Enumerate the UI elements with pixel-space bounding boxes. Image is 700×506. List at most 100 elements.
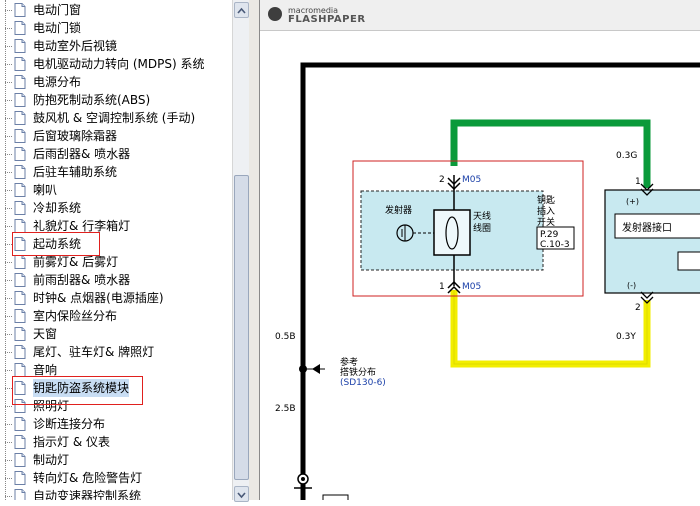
svg-text:0.5B: 0.5B [275, 332, 296, 342]
tree-item-label: 室内保险丝分布 [33, 309, 118, 323]
wiring-diagram: 发射器 天线 线圈 钥匙 插入 开关 P.29 C.10-3 2 M05 1 M… [275, 62, 700, 500]
tree-item[interactable]: 自动变速器控制系统 [5, 487, 142, 500]
document-icon [14, 255, 26, 269]
document-icon [14, 75, 26, 89]
document-icon [14, 363, 26, 377]
coil-label-1: 天线 [473, 210, 491, 222]
coil-label-2: 线圈 [473, 222, 491, 234]
tree-item[interactable]: 诊断连接分布 [5, 415, 106, 433]
document-icon [14, 273, 26, 287]
tree-item-label: 后雨刮器& 喷水器 [33, 147, 131, 161]
tree-item[interactable]: 后窗玻璃除霜器 [5, 127, 118, 145]
tree-item-label: 后窗玻璃除霜器 [33, 129, 118, 143]
tree-item[interactable]: 指示灯 & 仪表 [5, 433, 110, 451]
tree-item[interactable]: 后驻车辅助系统 [5, 163, 118, 181]
connector-top-label: M05 [462, 175, 481, 185]
document-icon [14, 201, 26, 215]
green-wire-label: 0.3G [616, 151, 637, 161]
tree-item-label: 后驻车辅助系统 [33, 165, 118, 179]
svg-text:开关: 开关 [537, 216, 555, 228]
emitter-label: 发射器 [385, 204, 412, 216]
document-icon [14, 129, 26, 143]
document-icon [14, 417, 26, 431]
svg-text:(-): (-) [627, 281, 636, 290]
svg-text:参考: 参考 [340, 356, 358, 368]
brand-big: FLASHPAPER [288, 14, 366, 25]
document-icon [14, 471, 26, 485]
tree-item-label: 电动门窗 [33, 3, 82, 17]
document-icon [14, 147, 26, 161]
tree-item-label: 电动室外后视镜 [33, 39, 118, 53]
tree-item[interactable]: 制动灯 [5, 451, 70, 469]
document-icon [14, 21, 26, 35]
tree-item-label: 尾灯、驻车灯& 牌照灯 [33, 345, 155, 359]
document-viewer: macromedia FLASHPAPER 发射器 天线 线圈 钥匙 插入 开关… [260, 0, 700, 500]
document-icon [14, 345, 26, 359]
document-icon [14, 435, 26, 449]
tree-item[interactable]: 后雨刮器& 喷水器 [5, 145, 131, 163]
pin-top: 2 [439, 175, 445, 185]
page-ref-2: C.10-3 [540, 240, 570, 250]
connector-bottom-label: M05 [462, 282, 481, 292]
tree-item[interactable]: 电动门锁 [5, 19, 82, 37]
tree-item[interactable]: 天窗 [5, 325, 58, 343]
tree-item[interactable]: 电机驱动动力转向 (MDPS) 系统 [5, 55, 205, 73]
document-icon [14, 183, 26, 197]
tree-item[interactable]: 电动室外后视镜 [5, 37, 118, 55]
tree-item-label: 自动变速器控制系统 [33, 489, 142, 500]
tree-item[interactable]: 时钟& 点烟器(电源插座) [5, 289, 164, 307]
selection-outline-immobilizer [12, 376, 143, 405]
document-icon [14, 3, 26, 17]
document-icon [14, 327, 26, 341]
tree-item[interactable]: 尾灯、驻车灯& 牌照灯 [5, 343, 155, 361]
immobilizer-module [604, 189, 700, 294]
tree-item-label: 电机驱动动力转向 (MDPS) 系统 [33, 57, 205, 71]
tree-item-label: 天窗 [33, 327, 58, 341]
document-icon [14, 219, 26, 233]
pane-splitter[interactable] [249, 0, 260, 500]
selection-outline-start [12, 232, 100, 256]
document-icon [14, 165, 26, 179]
tree-item-label: 电源分布 [33, 75, 82, 89]
macromedia-logo-icon [268, 7, 282, 21]
document-icon [14, 93, 26, 107]
tree-item-label: 制动灯 [33, 453, 70, 467]
tree-item[interactable]: 鼓风机 & 空调控制系统 (手动) [5, 109, 195, 127]
tree-item[interactable]: 防抱死制动系统(ABS) [5, 91, 151, 109]
tree-scrollbar[interactable] [232, 0, 250, 502]
document-icon [14, 453, 26, 467]
document-icon [14, 309, 26, 323]
svg-text:钥匙: 钥匙 [537, 194, 555, 206]
tree-item-label: 电动门锁 [33, 21, 82, 35]
scroll-up-button[interactable] [234, 2, 249, 18]
tree-item[interactable]: 喇叭 [5, 181, 58, 199]
tree-item[interactable]: 前雨刮器& 喷水器 [5, 271, 131, 289]
tree-item[interactable]: 冷却系统 [5, 199, 82, 217]
pin-bottom: 1 [439, 282, 445, 292]
tree-item-label: 指示灯 & 仪表 [33, 435, 110, 449]
tree-item-label: 转向灯& 危险警告灯 [33, 471, 143, 485]
svg-text:插入: 插入 [537, 205, 555, 217]
tree-pane: 电动门窗电动门锁电动室外后视镜电机驱动动力转向 (MDPS) 系统 电源分布防抱死… [0, 0, 232, 500]
tree-item[interactable]: 室内保险丝分布 [5, 307, 118, 325]
yellow-wire-label: 0.3Y [616, 332, 636, 342]
document-icon [14, 57, 26, 71]
chevron-up-icon [237, 7, 246, 14]
svg-text:2: 2 [635, 303, 641, 313]
tree-guide-line [5, 0, 6, 500]
tree-item[interactable]: 电源分布 [5, 73, 82, 91]
document-icon [14, 291, 26, 305]
tree-item[interactable]: 电动门窗 [5, 1, 82, 19]
svg-text:(+): (+) [626, 197, 639, 206]
tree-item-label: 冷却系统 [33, 201, 82, 215]
tree-item[interactable]: 转向灯& 危险警告灯 [5, 469, 143, 487]
tree-item-label: 喇叭 [33, 183, 58, 197]
tree-item-label: 前雨刮器& 喷水器 [33, 273, 131, 287]
tree-item-label: 诊断连接分布 [33, 417, 106, 431]
flashpaper-toolbar: macromedia FLASHPAPER [260, 0, 700, 31]
page-ref-1: P.29 [540, 230, 559, 240]
yellow-wire [450, 290, 651, 368]
document-icon [14, 111, 26, 125]
tree-item-label: 防抱死制动系统(ABS) [33, 93, 151, 107]
scroll-thumb[interactable] [234, 175, 249, 480]
